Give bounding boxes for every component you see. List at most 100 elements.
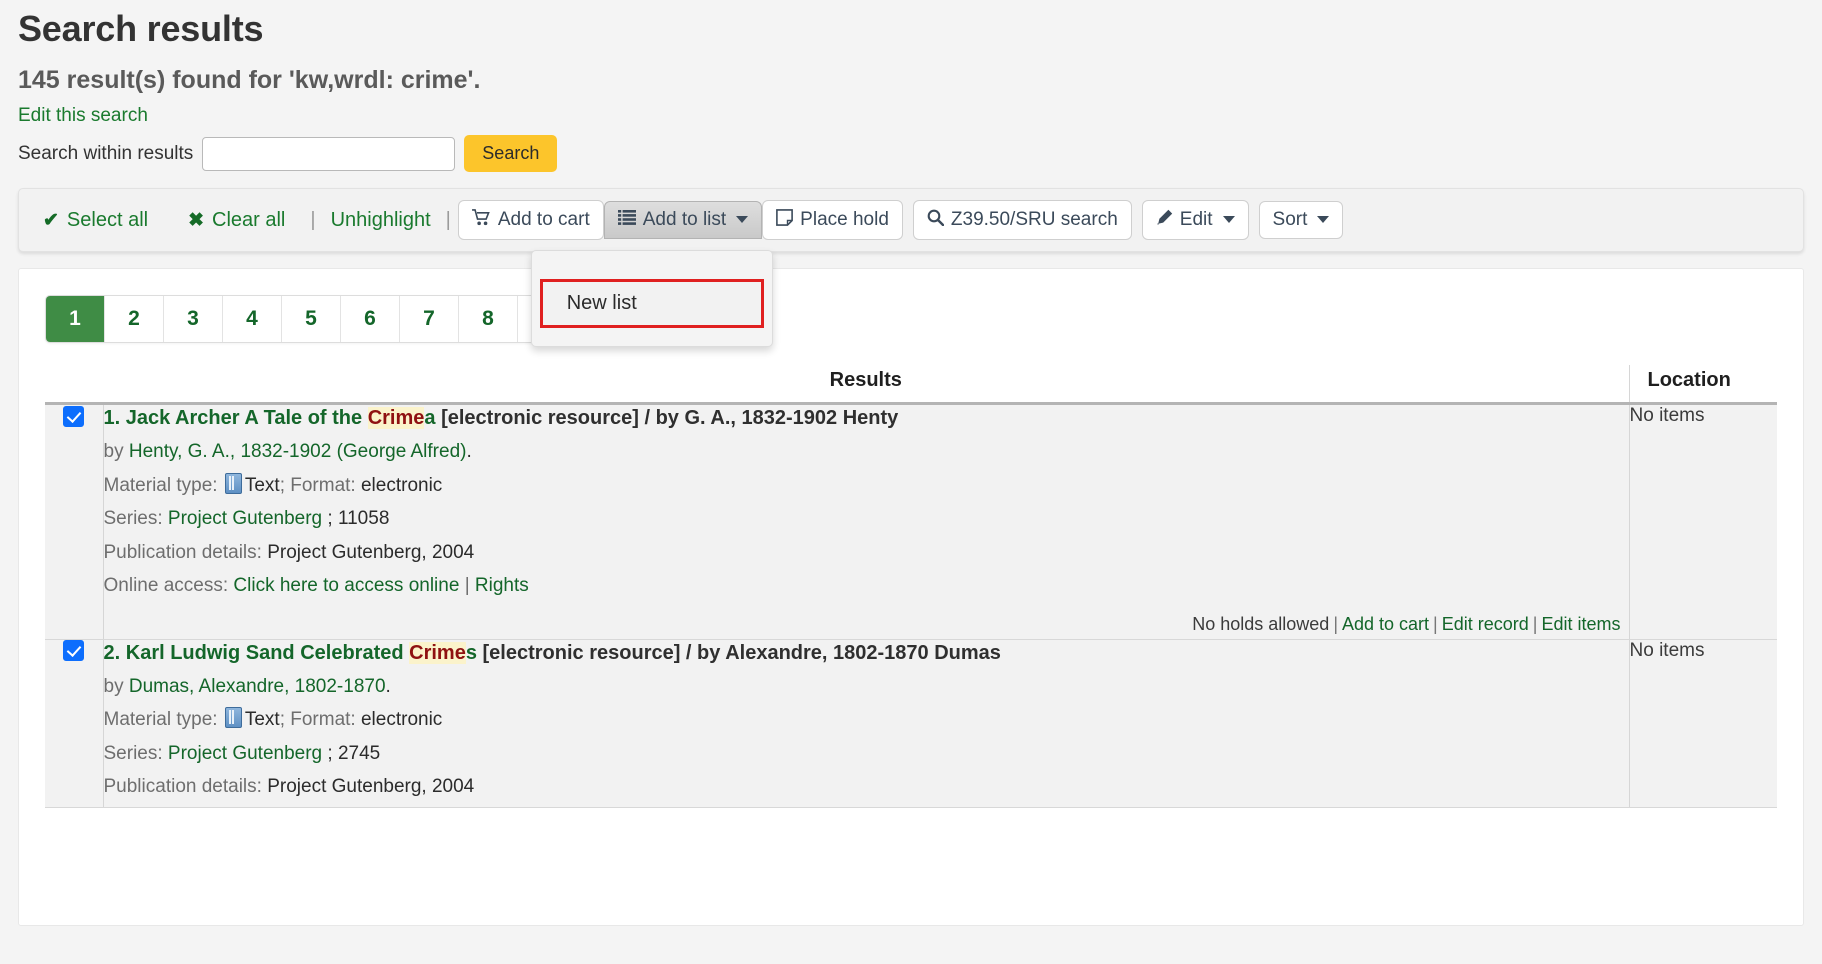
row-details-cell: 2. Karl Ludwig Sand Celebrated Crimes [e… <box>103 639 1629 807</box>
record-publication-line: Publication details: Project Gutenberg, … <box>104 539 1629 567</box>
check-icon: ✔ <box>43 209 59 232</box>
title-after: a <box>424 407 435 429</box>
title-after: s <box>466 642 477 664</box>
publication-value: Project Gutenberg, 2004 <box>267 542 474 563</box>
add-to-cart-button[interactable]: Add to cart <box>458 200 604 241</box>
header-results: Results <box>103 365 1629 404</box>
title-highlight: Crime <box>368 407 425 429</box>
series-link[interactable]: Project Gutenberg <box>168 743 322 764</box>
title-before: Karl Ludwig Sand Celebrated <box>126 642 409 664</box>
author-link[interactable]: Dumas, Alexandre, 1802-1870 <box>129 676 386 697</box>
place-hold-button[interactable]: Place hold <box>762 200 903 241</box>
record-title-link[interactable]: Karl Ludwig Sand Celebrated Crimes <box>126 642 477 664</box>
record-series-line: Series: Project Gutenberg ; 2745 <box>104 740 1629 768</box>
edit-search-row: Edit this search <box>18 105 1804 135</box>
series-link[interactable]: Project Gutenberg <box>168 508 322 529</box>
add-to-list-menu: New list <box>531 250 773 347</box>
title-before: Jack Archer A Tale of the <box>126 407 368 429</box>
page-link-7[interactable]: 7 <box>400 296 459 342</box>
by-prefix: by <box>104 441 129 462</box>
add-to-cart-label: Add to cart <box>498 210 590 231</box>
search-icon <box>927 209 944 232</box>
actions-separator: | <box>1529 614 1542 634</box>
header-checkbox-cell <box>45 365 103 404</box>
title-suffix: [electronic resource] / by Alexandre, 18… <box>477 642 1001 664</box>
edit-record-link[interactable]: Edit record <box>1442 614 1529 634</box>
table-row: 2. Karl Ludwig Sand Celebrated Crimes [e… <box>45 639 1777 807</box>
material-type-label: Material type: <box>104 709 218 730</box>
series-label: Series: <box>104 743 163 764</box>
edit-items-link[interactable]: Edit items <box>1541 614 1620 634</box>
row-checkbox[interactable] <box>63 640 84 661</box>
record-online-access-line: Online access: Click here to access onli… <box>104 572 1629 600</box>
online-access-link[interactable]: Click here to access online <box>233 575 459 596</box>
list-icon <box>618 210 636 231</box>
edit-label: Edit <box>1180 210 1213 231</box>
result-count-text: 145 result(s) found for 'kw,wrdl: crime'… <box>18 54 1804 105</box>
search-button[interactable]: Search <box>464 135 557 172</box>
by-suffix: . <box>466 441 471 462</box>
edit-this-search-link[interactable]: Edit this search <box>18 105 148 126</box>
format-label: ; Format: <box>280 709 356 730</box>
series-label: Series: <box>104 508 163 529</box>
online-access-separator: | <box>465 575 470 596</box>
record-number: 2. <box>104 642 121 664</box>
row-details-cell: 1. Jack Archer A Tale of the Crimea [ele… <box>103 404 1629 640</box>
clear-all-label: Clear all <box>212 209 285 232</box>
page-link-4[interactable]: 4 <box>223 296 282 342</box>
online-access-label: Online access: <box>104 575 229 596</box>
place-hold-label: Place hold <box>800 210 889 231</box>
chevron-down-icon <box>736 216 748 223</box>
material-type-value: Text <box>245 709 280 730</box>
add-to-cart-link[interactable]: Add to cart <box>1342 614 1429 634</box>
results-table: Results Location 1. Jack Archer A Tale o… <box>45 365 1777 808</box>
record-title: 2. Karl Ludwig Sand Celebrated Crimes [e… <box>104 640 1629 667</box>
results-toolbar: ✔ Select all ✖ Clear all | Unhighlight |… <box>18 188 1804 252</box>
unhighlight-link[interactable]: Unhighlight <box>323 205 439 236</box>
page-link-2[interactable]: 2 <box>105 296 164 342</box>
publication-label: Publication details: <box>104 776 262 797</box>
book-icon <box>225 473 242 494</box>
toolbar-separator-right: | <box>439 209 458 232</box>
results-table-header-row: Results Location <box>45 365 1777 404</box>
cross-icon: ✖ <box>188 209 204 232</box>
holds-status: No holds allowed <box>1192 614 1329 634</box>
row-select-cell <box>45 639 103 807</box>
page-link-6[interactable]: 6 <box>341 296 400 342</box>
table-row: 1. Jack Archer A Tale of the Crimea [ele… <box>45 404 1777 640</box>
search-within-label: Search within results <box>18 143 193 165</box>
record-title-link[interactable]: Jack Archer A Tale of the Crimea <box>126 407 436 429</box>
search-within-input[interactable] <box>202 137 455 171</box>
page-link-8[interactable]: 8 <box>459 296 518 342</box>
add-to-list-button[interactable]: Add to list <box>604 201 762 240</box>
series-value: ; 2745 <box>322 743 380 764</box>
format-label: ; Format: <box>280 475 356 496</box>
z3950-search-button[interactable]: Z39.50/SRU search <box>913 200 1132 241</box>
row-checkbox[interactable] <box>63 406 84 427</box>
page-link-5[interactable]: 5 <box>282 296 341 342</box>
title-suffix: [electronic resource] / by G. A., 1832-1… <box>436 407 899 429</box>
add-to-list-dropdown: Add to list New list <box>604 201 762 240</box>
publication-label: Publication details: <box>104 542 262 563</box>
actions-separator: | <box>1329 614 1342 634</box>
select-all-link[interactable]: ✔ Select all <box>35 205 156 236</box>
note-icon <box>776 209 793 232</box>
chevron-down-icon <box>1317 216 1329 223</box>
page-link-3[interactable]: 3 <box>164 296 223 342</box>
record-number: 1. <box>104 407 121 429</box>
page-link-1[interactable]: 1 <box>46 296 105 342</box>
add-to-list-label: Add to list <box>643 210 726 231</box>
menu-item-new-list[interactable]: New list <box>540 279 764 328</box>
format-value: electronic <box>361 475 442 496</box>
row-select-cell <box>45 404 103 640</box>
author-link[interactable]: Henty, G. A., 1832-1902 (George Alfred) <box>129 441 467 462</box>
toolbar-separator-left: | <box>303 209 322 232</box>
edit-dropdown-button[interactable]: Edit <box>1142 200 1249 241</box>
sort-label: Sort <box>1273 210 1308 231</box>
rights-link[interactable]: Rights <box>475 575 529 596</box>
record-material-line: Material type: Text; Format: electronic <box>104 472 1629 500</box>
record-material-line: Material type: Text; Format: electronic <box>104 706 1629 734</box>
format-value: electronic <box>361 709 442 730</box>
sort-dropdown-button[interactable]: Sort <box>1259 201 1344 240</box>
clear-all-link[interactable]: ✖ Clear all <box>180 205 293 236</box>
